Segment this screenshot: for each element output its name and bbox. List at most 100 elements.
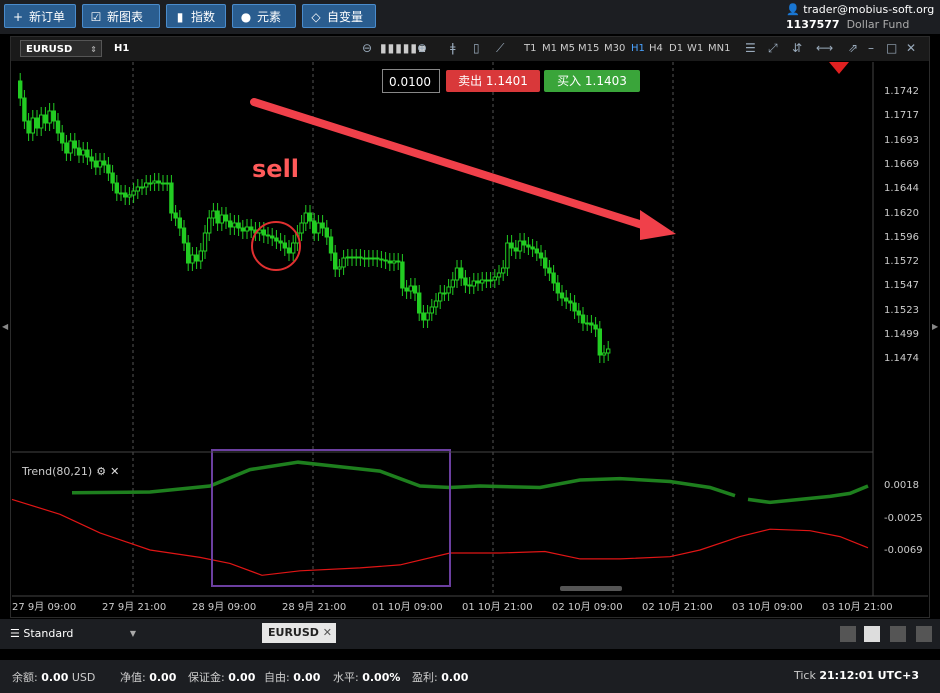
trend-line-green — [71, 460, 736, 498]
candle-body — [291, 242, 296, 254]
buy-button[interactable]: 买入 1.1403 — [544, 70, 640, 92]
candle-body — [194, 254, 199, 262]
candle-body — [169, 182, 174, 214]
candle-body — [307, 212, 313, 222]
candle-body — [22, 97, 27, 122]
candle-body — [467, 284, 472, 287]
candle-body — [106, 164, 111, 174]
close-icon[interactable]: ✕ — [110, 465, 119, 478]
candle-body — [51, 110, 56, 122]
layout-rows-icon[interactable] — [916, 626, 932, 642]
layout-columns-icon[interactable] — [890, 626, 906, 642]
candle-body — [123, 192, 128, 198]
candle-body — [89, 156, 94, 162]
candle-body — [463, 277, 468, 286]
candle-body — [219, 214, 225, 224]
balance: 余额: 0.00 USD — [12, 671, 96, 684]
time-label: 02 10月 09:00 — [552, 602, 623, 613]
candle-body — [286, 247, 292, 254]
candle-body — [320, 222, 325, 229]
time-label: 28 9月 21:00 — [282, 602, 347, 613]
candle-body — [576, 310, 581, 316]
left-collapse-icon[interactable]: ◀ — [2, 322, 10, 332]
candle-body — [383, 259, 388, 262]
lot-size-input[interactable]: 0.0100 — [382, 69, 440, 93]
candle-body — [118, 192, 124, 195]
sell-button[interactable]: 卖出 1.1401 — [446, 70, 540, 92]
layout-grid-icon[interactable] — [864, 626, 880, 642]
candle-body — [513, 247, 518, 252]
price-label: 1.1742 — [884, 86, 919, 97]
candle-body — [501, 267, 506, 274]
time-label: 28 9月 09:00 — [192, 602, 257, 613]
candle-body — [282, 242, 288, 249]
price-label: 1.1523 — [884, 304, 919, 316]
trend-line-green-2 — [747, 484, 869, 505]
candlestick-series — [18, 73, 611, 363]
candle-body — [492, 276, 498, 281]
candle-body — [261, 229, 267, 236]
candle-body — [370, 257, 376, 260]
candle-body — [18, 80, 23, 99]
menu-icon: ☰ — [10, 627, 20, 640]
candle-body — [68, 140, 73, 154]
candle-body — [190, 254, 195, 264]
candle-body — [156, 180, 162, 184]
candle-body — [93, 160, 98, 168]
candle-body — [232, 222, 237, 228]
price-label: 1.1474 — [884, 353, 919, 365]
price-label: 1.1620 — [884, 207, 919, 219]
price-label: 1.1547 — [884, 280, 919, 292]
equity: 净值: 0.00 — [120, 671, 177, 684]
gear-icon[interactable]: ⚙ — [96, 465, 106, 478]
margin-level: 水平: 0.00% — [333, 671, 401, 684]
candle-body — [534, 248, 539, 254]
candle-body — [97, 160, 103, 168]
candle-body — [551, 272, 556, 284]
indicator-label: Trend(80,21) ⚙ ✕ — [22, 465, 120, 478]
candle-body — [530, 246, 535, 250]
free-margin: 自由: 0.00 — [264, 671, 321, 684]
candle-body — [517, 240, 523, 252]
candle-body — [450, 279, 456, 288]
candle-body — [316, 222, 321, 234]
timezone-selector[interactable]: UTC+3 — [878, 669, 919, 682]
candle-body — [30, 117, 36, 134]
candle-body — [408, 285, 414, 292]
candle-body — [43, 114, 48, 124]
candle-body — [543, 257, 548, 269]
candle-body — [47, 110, 52, 124]
candle-body — [236, 222, 241, 229]
layout-selector[interactable]: ☰ Standard ▼ — [4, 622, 140, 646]
candle-body — [366, 257, 372, 260]
candle-body — [114, 182, 119, 194]
candle-body — [177, 217, 183, 229]
candle-body — [328, 236, 334, 254]
candle-body — [589, 322, 594, 326]
candle-body — [505, 242, 510, 269]
time-label: 27 9月 21:00 — [102, 602, 167, 613]
candle-body — [244, 226, 250, 232]
candle-body — [547, 267, 552, 274]
layout-single-icon[interactable] — [840, 626, 856, 642]
candle-body — [249, 226, 254, 231]
close-tab-icon[interactable]: ✕ — [323, 623, 332, 643]
candle-body — [375, 257, 380, 260]
horizontal-scrollbar[interactable] — [560, 586, 622, 591]
candle-body — [26, 120, 31, 134]
grid-lines — [132, 62, 674, 596]
candle-body — [148, 182, 153, 185]
chart-tab-eurusd[interactable]: EURUSD ✕ — [262, 623, 336, 643]
candle-body — [139, 186, 145, 189]
candle-body — [34, 117, 40, 129]
candle-body — [417, 292, 422, 314]
candle-body — [421, 312, 426, 321]
right-collapse-icon[interactable]: ▶ — [932, 322, 940, 332]
candle-body — [425, 312, 430, 321]
candle-body — [400, 261, 405, 289]
candle-body — [228, 220, 233, 228]
candle-body — [223, 214, 229, 222]
sell-annotation: sell — [252, 155, 300, 183]
candle-body — [144, 182, 149, 188]
candle-body — [207, 217, 212, 234]
